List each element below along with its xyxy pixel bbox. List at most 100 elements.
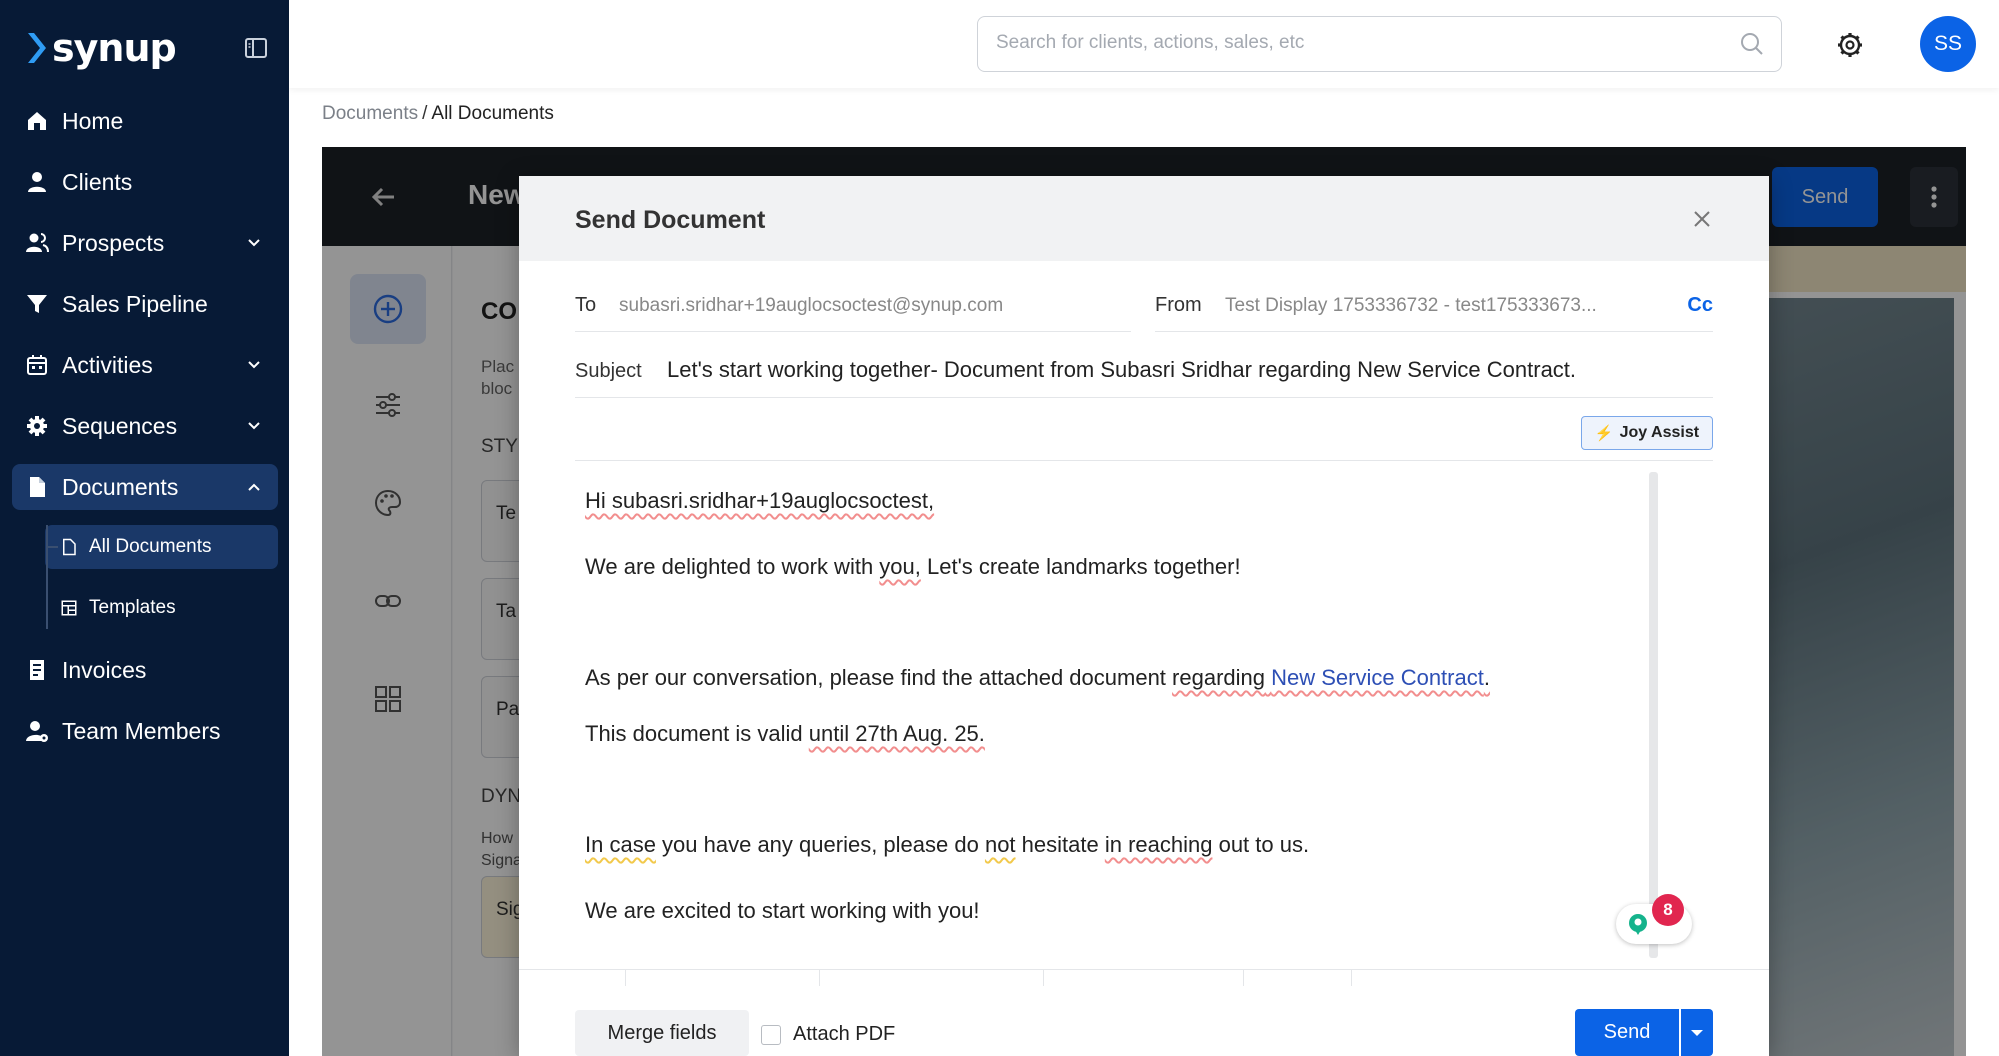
body-line-5: We are excited to start working with you… <box>585 898 980 923</box>
grammar-issue-count-badge: 8 <box>1652 894 1684 926</box>
body-line-3: This document is valid until 27th Aug. 2… <box>585 721 985 747</box>
cc-button[interactable]: Cc <box>1687 294 1713 317</box>
logo[interactable]: synup <box>26 26 177 70</box>
body-line-2: As per our conversation, please find the… <box>585 665 1490 691</box>
sidebar-item-label: Home <box>62 107 124 134</box>
settings-gear-icon[interactable] <box>1835 30 1865 60</box>
merge-fields-button[interactable]: Merge fields <box>575 1010 749 1056</box>
sidebar-item-sales-pipeline[interactable]: Sales Pipeline <box>12 281 278 327</box>
team-icon <box>24 718 50 744</box>
sidebar-item-prospects[interactable]: Prospects <box>12 220 278 266</box>
search-icon[interactable] <box>1739 31 1765 57</box>
sidebar-item-templates[interactable]: Templates <box>45 586 278 630</box>
sidebar-item-label: Documents <box>62 473 179 500</box>
body-text: In case <box>585 832 656 857</box>
body-text: We are delighted to work with <box>585 554 880 579</box>
body-text: not <box>984 832 1016 857</box>
chevron-up-icon <box>248 483 260 491</box>
lightning-icon: ⚡ <box>1594 425 1614 442</box>
modal-header: Send Document <box>519 176 1769 261</box>
sidebar-item-label: Invoices <box>62 656 147 683</box>
send-options-dropdown[interactable] <box>1681 1009 1713 1056</box>
toolbar-divider <box>1043 970 1044 986</box>
from-label: From <box>1155 294 1202 316</box>
file-icon <box>59 537 79 557</box>
brand-name: synup <box>52 26 177 70</box>
body-text: As per our conversation, please find the… <box>585 665 1173 690</box>
body-text: you have any queries, please do <box>655 832 985 857</box>
attach-pdf-checkbox[interactable] <box>761 1024 781 1045</box>
sidebar-item-clients[interactable]: Clients <box>12 159 278 205</box>
subject-value: Let's start working together- Document f… <box>667 357 1577 382</box>
top-bar: SS <box>289 0 1999 88</box>
home-icon <box>24 108 50 134</box>
sidebar-item-label: Team Members <box>62 717 221 744</box>
joy-assist-button[interactable]: ⚡ Joy Assist <box>1581 416 1713 450</box>
funnel-icon <box>24 291 50 317</box>
chevron-down-icon <box>248 239 260 247</box>
sidebar-item-all-documents[interactable]: All Documents <box>45 525 278 569</box>
toolbar-divider <box>1351 970 1352 986</box>
documents-submenu: All Documents Templates <box>32 525 278 630</box>
body-scrollbar[interactable] <box>1649 472 1658 958</box>
template-icon <box>59 598 79 618</box>
sidebar-item-label: Activities <box>62 351 153 378</box>
breadcrumb-current: All Documents <box>431 103 554 124</box>
user-avatar[interactable]: SS <box>1920 16 1976 72</box>
chevron-down-icon <box>248 361 260 369</box>
sidebar-collapse-icon[interactable] <box>244 36 268 60</box>
recipient-row: To subasri.sridhar+19auglocsoctest@synup… <box>575 284 1713 332</box>
divider <box>575 460 1713 461</box>
modal-title: Send Document <box>575 206 766 234</box>
subject-field[interactable]: Subject Let's start working together- Do… <box>575 350 1713 398</box>
sidebar-item-label: Sequences <box>62 412 178 439</box>
chevron-down-icon <box>248 422 260 430</box>
user-icon <box>24 169 50 195</box>
sidebar-item-label: Clients <box>62 168 133 195</box>
search-box <box>977 16 1782 72</box>
to-label: To <box>575 294 597 316</box>
send-button[interactable]: Send <box>1575 1009 1679 1056</box>
document-icon <box>24 474 50 500</box>
breadcrumb: Documents / All Documents <box>322 103 554 125</box>
sidebar-item-label: All Documents <box>89 536 212 557</box>
toolbar-divider <box>1243 970 1244 986</box>
body-text: regarding <box>1172 665 1265 690</box>
service-contract-link[interactable]: New Service Contract <box>1271 665 1484 690</box>
sidebar: synup Home Clients Prospects Sales Pipel… <box>0 0 289 1056</box>
to-field[interactable]: To subasri.sridhar+19auglocsoctest@synup… <box>575 284 1131 332</box>
sidebar-item-documents[interactable]: Documents <box>12 464 278 510</box>
toolbar-divider <box>625 970 626 986</box>
calendar-icon <box>24 352 50 378</box>
attach-pdf-option[interactable]: Attach PDF <box>761 1023 895 1046</box>
sidebar-item-label: Templates <box>89 597 176 618</box>
caret-down-icon <box>1691 1029 1703 1036</box>
sidebar-item-sequences[interactable]: Sequences <box>12 403 278 449</box>
body-text: out to us. <box>1212 832 1310 857</box>
close-icon[interactable] <box>1691 208 1713 230</box>
breadcrumb-separator: / <box>422 103 428 124</box>
invoice-icon <box>24 657 50 683</box>
sidebar-item-label: Prospects <box>62 229 165 256</box>
sidebar-item-team-members[interactable]: Team Members <box>12 708 278 754</box>
greeting-text: Hi subasri.sridhar+19auglocsoctest, <box>585 488 935 513</box>
body-text: you, <box>879 554 921 579</box>
submenu-tree-line <box>46 525 48 629</box>
breadcrumb-link-documents[interactable]: Documents <box>322 103 418 124</box>
sidebar-item-activities[interactable]: Activities <box>12 342 278 388</box>
sidebar-item-invoices[interactable]: Invoices <box>12 647 278 693</box>
sidebar-item-home[interactable]: Home <box>12 98 278 144</box>
formatting-toolbar <box>519 969 1769 986</box>
search-input[interactable] <box>978 17 1718 69</box>
grammar-assistant-widget[interactable]: 8 <box>1616 894 1692 944</box>
email-body-editor[interactable]: Hi subasri.sridhar+19auglocsoctest, We a… <box>575 472 1713 958</box>
gear-icon <box>24 413 50 439</box>
body-text: in reaching <box>1104 832 1213 857</box>
modal-footer: Merge fields Attach PDF Send <box>519 985 1769 1056</box>
to-value: subasri.sridhar+19auglocsoctest@synup.co… <box>619 295 1004 316</box>
synup-logo-icon <box>28 33 46 63</box>
body-text: . <box>1483 665 1490 690</box>
from-field[interactable]: From Test Display 1753336732 - test17533… <box>1155 284 1713 332</box>
send-document-modal: Send Document To subasri.sridhar+19auglo… <box>519 176 1769 1056</box>
body-line-1: We are delighted to work with you, Let's… <box>585 554 1241 580</box>
